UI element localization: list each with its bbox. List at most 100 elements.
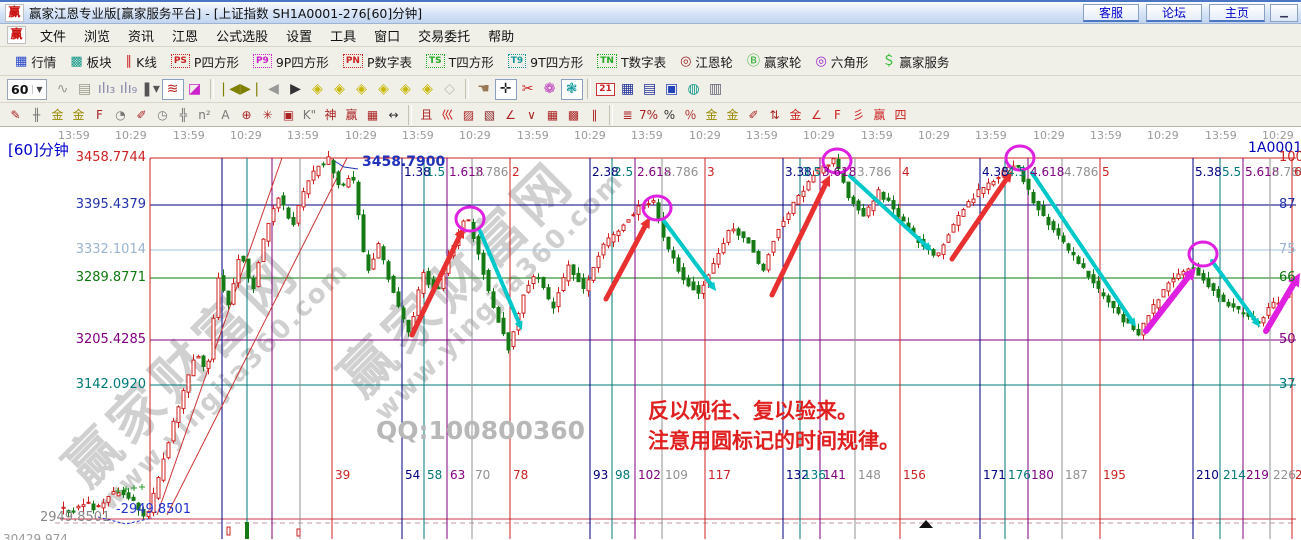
calculator-icon[interactable]: ▦ bbox=[617, 79, 639, 100]
angle-lines-icon[interactable]: ∠ bbox=[500, 105, 521, 124]
fan-shade-icon[interactable]: ▧ bbox=[479, 105, 500, 124]
toolbar-t-number-table[interactable]: TNT数字表 bbox=[590, 52, 673, 71]
prev-icon[interactable]: ◀ bbox=[263, 79, 285, 100]
chevron-down-icon[interactable]: ▼ bbox=[32, 85, 42, 94]
pan-hand-icon[interactable]: ☚ bbox=[473, 79, 495, 100]
angle1-icon[interactable]: ∠ bbox=[806, 105, 827, 124]
menu-item[interactable]: 窗口 bbox=[365, 26, 409, 45]
toolbar-9p-square[interactable]: P99P四方形 bbox=[246, 52, 336, 71]
menu-item[interactable]: 江恩 bbox=[163, 26, 207, 45]
menu-item[interactable]: 公式选股 bbox=[207, 26, 277, 45]
percent-icon[interactable]: % bbox=[659, 105, 680, 124]
gold-circle-icon[interactable]: 金 bbox=[701, 105, 722, 124]
export-icon[interactable]: ◍ bbox=[683, 79, 705, 100]
ying2-icon[interactable]: 赢 bbox=[869, 105, 890, 124]
erase-icon[interactable]: ✂ bbox=[517, 79, 539, 100]
minimize-button[interactable]: ▁ bbox=[1270, 4, 1298, 22]
k-pattern-icon[interactable]: ≋ bbox=[162, 79, 184, 100]
angle-f-icon[interactable]: F bbox=[827, 105, 848, 124]
menu-item[interactable]: 文件 bbox=[31, 26, 75, 45]
menu-item[interactable]: 交易委托 bbox=[409, 26, 479, 45]
next-icon[interactable]: ▶ bbox=[285, 79, 307, 100]
ray-fan-icon[interactable]: 巛 bbox=[437, 105, 458, 124]
toolbar-winner-wheel[interactable]: Ⓑ赢家轮 bbox=[740, 52, 809, 71]
print-icon[interactable]: ▥ bbox=[705, 79, 727, 100]
diamond-plus-icon[interactable]: ◈ bbox=[395, 79, 417, 100]
brush2-icon[interactable]: ✐ bbox=[743, 105, 764, 124]
square-grid2-icon[interactable]: ▩ bbox=[563, 105, 584, 124]
gann-circle-icon[interactable]: ⊕ bbox=[236, 105, 257, 124]
gann-square-icon[interactable]: ▣ bbox=[278, 105, 299, 124]
scale-tool-icon[interactable]: ≣ bbox=[617, 105, 638, 124]
menu-item[interactable]: 工具 bbox=[321, 26, 365, 45]
menu-item[interactable]: 设置 bbox=[277, 26, 321, 45]
bars-3-icon[interactable]: ılı₃ bbox=[96, 79, 118, 100]
square4-icon[interactable]: 四 bbox=[890, 105, 911, 124]
crosshair-icon[interactable]: ✛ bbox=[495, 79, 517, 100]
k-count-icon[interactable]: K" bbox=[299, 105, 320, 124]
shen-tool-icon[interactable]: 神 bbox=[320, 105, 341, 124]
toolbar-quotes[interactable]: ▦行情 bbox=[8, 52, 63, 71]
diamond-ghost-icon[interactable]: ◇ bbox=[439, 79, 461, 100]
time-marker-circle[interactable] bbox=[456, 207, 484, 231]
save-icon[interactable]: ▣ bbox=[661, 79, 683, 100]
chart-area[interactable]: 赢家财富网 www.yingjia360.com 赢家财富网 www.yingj… bbox=[0, 127, 1301, 540]
toolbar-p-number-table[interactable]: PNP数字表 bbox=[336, 52, 419, 71]
gann-wheel-icon[interactable]: ✳ bbox=[257, 105, 278, 124]
last-page-icon[interactable]: ▶❘ bbox=[240, 79, 263, 100]
diamond-x-icon[interactable]: ◈ bbox=[373, 79, 395, 100]
toolbar-sectors[interactable]: ▩板块 bbox=[63, 52, 118, 71]
stroke3-icon[interactable]: 彡 bbox=[848, 105, 869, 124]
toolbar-kline[interactable]: ∥K线 bbox=[119, 52, 164, 71]
gold-section-icon[interactable]: 金 bbox=[47, 105, 68, 124]
brush-tool-icon[interactable]: ✐ bbox=[131, 105, 152, 124]
time-cycle-icon[interactable]: ◷ bbox=[152, 105, 173, 124]
box-tool-icon[interactable]: 且 bbox=[416, 105, 437, 124]
measure-icon[interactable]: ↔ bbox=[383, 105, 404, 124]
toolbar-gann-wheel[interactable]: ◎江恩轮 bbox=[673, 52, 740, 71]
diamond-h-icon[interactable]: ◈ bbox=[351, 79, 373, 100]
toolbar-winner-service[interactable]: ＄赢家服务 bbox=[875, 52, 956, 71]
ying-tool-icon[interactable]: 赢 bbox=[341, 105, 362, 124]
square-grid-icon[interactable]: ▦ bbox=[542, 105, 563, 124]
zigzag-icon[interactable]: ∨ bbox=[521, 105, 542, 124]
menu-item[interactable]: 帮助 bbox=[479, 26, 523, 45]
calendar-21-icon[interactable]: 21 bbox=[595, 79, 617, 100]
toolbar-hexagon[interactable]: ◎六角形 bbox=[808, 52, 875, 71]
split-icon[interactable]: ⇅ bbox=[764, 105, 785, 124]
gold-section2-icon[interactable]: 金 bbox=[68, 105, 89, 124]
first-page-icon[interactable]: ❘◀ bbox=[218, 79, 241, 100]
cyan-trend-arrow[interactable] bbox=[1032, 173, 1133, 322]
price-grid-icon[interactable]: ▦ bbox=[362, 105, 383, 124]
flower-tool-icon[interactable]: ❁ bbox=[539, 79, 561, 100]
notes-icon[interactable]: ▤ bbox=[639, 79, 661, 100]
toolbar-t-square[interactable]: TST四方形 bbox=[419, 52, 501, 71]
parallel-lines-icon[interactable]: ∥ bbox=[584, 105, 605, 124]
diamond-right-icon[interactable]: ◈ bbox=[329, 79, 351, 100]
pencil-tool-icon[interactable]: ✎ bbox=[5, 105, 26, 124]
fib-f-icon[interactable]: F bbox=[89, 105, 110, 124]
bars-9-icon[interactable]: ılı₉ bbox=[118, 79, 140, 100]
red-trend-arrow[interactable] bbox=[412, 233, 461, 335]
toolbar-p-square[interactable]: PSP四方形 bbox=[164, 52, 246, 71]
gold-line-icon[interactable]: 金 bbox=[722, 105, 743, 124]
spiral-icon[interactable]: ◔ bbox=[110, 105, 131, 124]
titlebar-button-客服[interactable]: 客服 bbox=[1083, 4, 1139, 22]
trend-line[interactable] bbox=[157, 158, 282, 515]
percent7-icon[interactable]: 7% bbox=[638, 105, 659, 124]
fan-square-icon[interactable]: ▨ bbox=[458, 105, 479, 124]
candle-style-icon[interactable]: ❚▾ bbox=[140, 79, 162, 100]
menu-item[interactable]: 浏览 bbox=[75, 26, 119, 45]
titlebar-button-论坛[interactable]: 论坛 bbox=[1146, 4, 1202, 22]
diamond-move-icon[interactable]: ◈ bbox=[417, 79, 439, 100]
draw-wave-icon[interactable]: ∿ bbox=[52, 79, 74, 100]
period-selector[interactable]: 60 ▼ bbox=[7, 79, 47, 100]
time-grid-icon[interactable]: ╫ bbox=[26, 105, 47, 124]
percent-line-icon[interactable]: ％ bbox=[680, 105, 701, 124]
brain-tool-icon[interactable]: ❃ bbox=[561, 79, 583, 100]
toolbar-9t-square[interactable]: T99T四方形 bbox=[501, 52, 591, 71]
color-chart-icon[interactable]: ◪ bbox=[184, 79, 206, 100]
gold-red-icon[interactable]: 金 bbox=[785, 105, 806, 124]
andrews-icon[interactable]: A bbox=[215, 105, 236, 124]
diamond-left-icon[interactable]: ◈ bbox=[307, 79, 329, 100]
